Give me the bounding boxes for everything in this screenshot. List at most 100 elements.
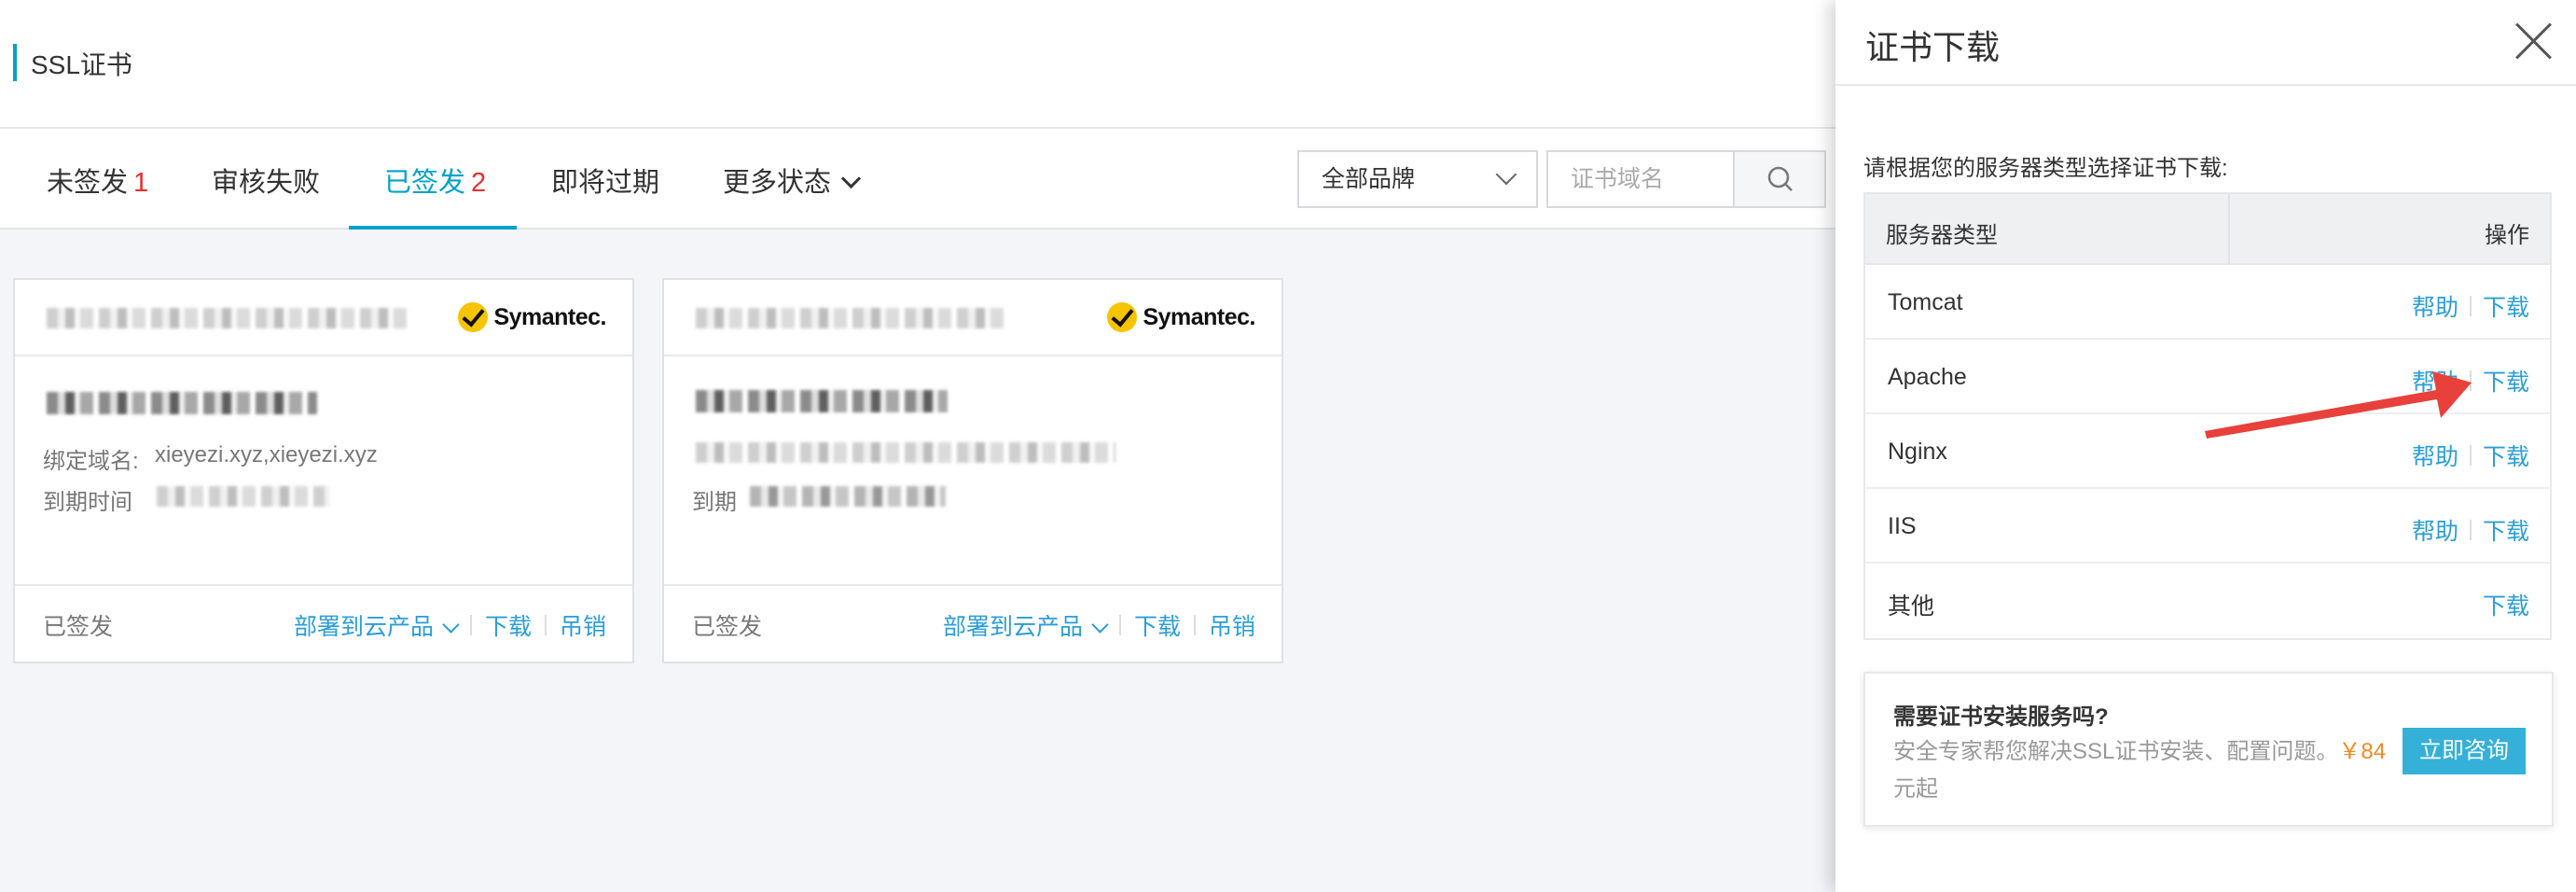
row-actions: 帮助 下载	[2412, 364, 2529, 397]
column-server-type: 服务器类型	[1886, 223, 1998, 248]
server-name: IIS	[1888, 513, 1917, 539]
promo-price-suffix: 元起	[1893, 776, 1938, 801]
column-divider	[2228, 194, 2230, 265]
row-actions: 下载	[2483, 588, 2529, 621]
download-link[interactable]: 下载	[2483, 513, 2529, 547]
redacted-expiry	[750, 486, 946, 507]
card-header: Symantec.	[664, 280, 1281, 356]
tab-expiring-soon[interactable]: 即将过期	[551, 129, 659, 230]
help-link[interactable]: 帮助	[2412, 289, 2458, 323]
card-header: Symantec.	[15, 280, 632, 356]
download-link[interactable]: 下载	[485, 608, 532, 642]
expiry-label: 到期时间	[43, 490, 132, 515]
table-row: Nginx 帮助 下载	[1865, 414, 2550, 489]
divider	[1118, 615, 1121, 635]
download-link[interactable]: 下载	[1134, 608, 1181, 642]
redacted-cert-name	[47, 308, 410, 328]
brand-name: Symantec.	[1143, 303, 1255, 330]
server-type-table: 服务器类型 操作 Tomcat 帮助 下载 Apache 帮助 下载 Nginx 帮…	[1863, 192, 2552, 640]
binding-domain-value: xieyezi.xyz,xieyezi.xyz	[155, 442, 378, 467]
divider	[2469, 296, 2472, 316]
brand-select[interactable]: 全部品牌	[1297, 150, 1538, 208]
binding-domain-label: 绑定域名:	[43, 449, 139, 474]
brand-name: Symantec.	[493, 303, 606, 330]
tab-label: 已签发	[384, 168, 466, 198]
download-link[interactable]: 下载	[2483, 289, 2529, 323]
divider	[2469, 370, 2472, 391]
symantec-logo: Symantec.	[1107, 300, 1255, 334]
table-row: Tomcat 帮助 下载	[1865, 265, 2550, 340]
redacted-domain	[696, 390, 948, 412]
divider	[469, 615, 472, 635]
expiry-label: 到期	[692, 490, 737, 515]
card-body: 到期	[664, 356, 1281, 586]
page-title: SSL证书	[31, 50, 132, 79]
tab-issued[interactable]: 已签发 2	[349, 129, 517, 230]
table-row: Apache 帮助 下载	[1865, 340, 2550, 414]
tab-label: 即将过期	[551, 168, 660, 198]
consult-now-button[interactable]: 立即咨询	[2403, 728, 2526, 774]
deploy-label: 部署到云产品	[942, 614, 1083, 640]
close-icon[interactable]	[2514, 22, 2552, 60]
redacted-domain	[47, 392, 317, 414]
table-header: 服务器类型 操作	[1865, 194, 2550, 265]
promo-price: ￥84	[2338, 739, 2387, 764]
redacted-cert-name	[696, 308, 1004, 328]
chevron-down-icon	[1091, 616, 1109, 634]
revoke-link[interactable]: 吊销	[1209, 608, 1255, 642]
certificate-card: Symantec. 到期 已签发 部署到云产品 下载 吊销	[662, 278, 1283, 663]
chevron-down-icon	[442, 616, 460, 634]
column-action: 操作	[2485, 223, 2529, 248]
help-link[interactable]: 帮助	[2412, 364, 2458, 397]
status-badge: 已签发	[43, 614, 114, 640]
redacted-binding-domain	[696, 442, 1115, 463]
server-name: Apache	[1888, 364, 1967, 390]
tab-unissued[interactable]: 未签发 1	[47, 129, 148, 230]
deploy-label: 部署到云产品	[293, 614, 434, 640]
page-header: SSL证书	[0, 0, 1835, 129]
download-link[interactable]: 下载	[2483, 364, 2529, 397]
row-actions: 帮助 下载	[2412, 439, 2529, 472]
tab-review-failed[interactable]: 审核失败	[212, 129, 320, 230]
tab-label: 更多状态	[723, 168, 832, 198]
symantec-check-icon	[1107, 302, 1138, 332]
certificate-download-drawer: 证书下载 请根据您的服务器类型选择证书下载: 服务器类型 操作 Tomcat 帮…	[1835, 0, 2576, 892]
drawer-title: 证书下载	[1865, 28, 2001, 66]
domain-search-input[interactable]	[1546, 150, 1735, 208]
table-row: IIS 帮助 下载	[1865, 489, 2550, 564]
search-button[interactable]	[1733, 150, 1826, 208]
card-footer: 已签发 部署到云产品 下载 吊销	[15, 586, 632, 661]
card-actions: 部署到云产品 下载 吊销	[294, 608, 606, 642]
row-actions: 帮助 下载	[2412, 289, 2529, 323]
symantec-check-icon	[458, 302, 489, 332]
divider	[544, 615, 547, 635]
help-link[interactable]: 帮助	[2412, 513, 2458, 547]
deploy-to-cloud-button[interactable]: 部署到云产品	[942, 608, 1109, 642]
deploy-to-cloud-button[interactable]: 部署到云产品	[293, 608, 460, 642]
certificate-card: Symantec. 绑定域名: xieyezi.xyz,xieyezi.xyz …	[13, 278, 634, 663]
server-name: 其他	[1888, 593, 1935, 620]
title-accent-bar	[13, 44, 17, 81]
card-footer: 已签发 部署到云产品 下载 吊销	[664, 586, 1281, 661]
download-link[interactable]: 下载	[2483, 588, 2529, 621]
revoke-link[interactable]: 吊销	[560, 608, 606, 642]
help-link[interactable]: 帮助	[2412, 439, 2458, 472]
table-row: 其他 下载	[1865, 564, 2550, 638]
card-body: 绑定域名: xieyezi.xyz,xieyezi.xyz 到期时间	[15, 356, 632, 586]
status-badge: 已签发	[692, 614, 763, 640]
card-actions: 部署到云产品 下载 吊销	[943, 608, 1255, 642]
divider	[2469, 445, 2472, 466]
tab-count: 2	[471, 168, 487, 198]
tab-more-status[interactable]: 更多状态	[723, 129, 862, 230]
server-name: Tomcat	[1888, 289, 1963, 315]
redacted-expiry	[157, 486, 329, 507]
install-service-promo: 需要证书安装服务吗? 安全专家帮您解决SSL证书安装、配置问题。￥84 元起 立即…	[1863, 672, 2554, 827]
chevron-down-icon	[840, 168, 862, 189]
download-link[interactable]: 下载	[2483, 439, 2529, 472]
search-icon	[1767, 166, 1793, 191]
divider	[1193, 615, 1196, 635]
chevron-down-icon	[1495, 163, 1517, 186]
server-name: Nginx	[1888, 439, 1947, 465]
promo-description: 安全专家帮您解决SSL证书安装、配置问题。￥84 元起	[1893, 733, 2416, 808]
promo-title: 需要证书安装服务吗?	[1893, 704, 2109, 730]
